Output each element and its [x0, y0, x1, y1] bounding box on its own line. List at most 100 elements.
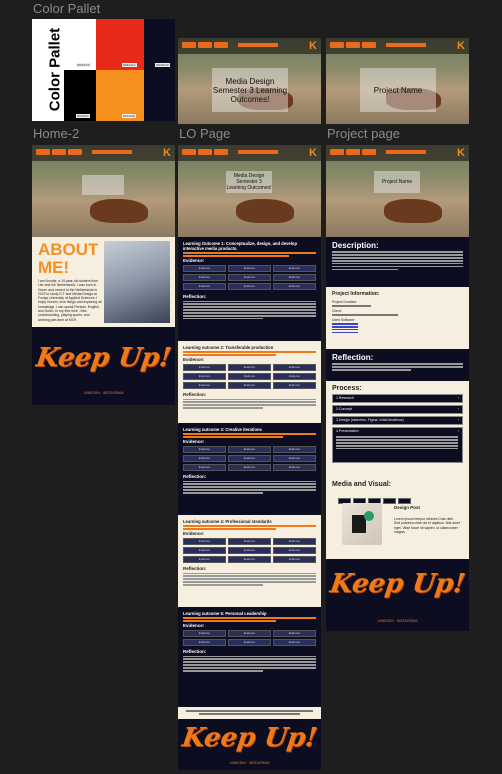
lo-page-frame[interactable]: K Media Design Semester 3 Learning Outco… [178, 145, 321, 770]
evidence-cell[interactable]: Evidence [228, 274, 271, 282]
nav-tab[interactable] [214, 42, 228, 48]
evidence-cell[interactable]: Evidence [273, 639, 316, 647]
evidence-cell[interactable]: Evidence [228, 455, 271, 463]
nav-tab[interactable] [36, 149, 50, 155]
nav-tab[interactable] [68, 149, 82, 155]
evidence-cell[interactable]: Evidence [183, 455, 226, 463]
evidence-cell[interactable]: Evidence [273, 373, 316, 381]
evidence-cell[interactable]: Evidence [273, 446, 316, 454]
design-post-image[interactable] [342, 503, 382, 545]
evidence-cell[interactable]: Evidence [183, 373, 226, 381]
evidence-cell[interactable]: Evidence [228, 373, 271, 381]
swatch-code-navy: #0D0D22 [155, 63, 170, 67]
process-section: Process: 1.Research › 2.Concept › 3.Design… [326, 381, 469, 479]
nav-bar [386, 43, 426, 47]
nav-tab[interactable] [182, 149, 196, 155]
evidence-cell[interactable]: Evidence [228, 364, 271, 372]
nav-tab[interactable] [198, 149, 212, 155]
project-page-frame[interactable]: K Project Name Description: Project Info… [326, 145, 469, 631]
footer-links[interactable]: LINKEDIN · INSTAGRAM [178, 761, 321, 765]
evidence-cell[interactable]: Evidence [183, 446, 226, 454]
evidence-cell[interactable]: Evidence [273, 382, 316, 390]
evidence-cell[interactable]: Evidence [228, 639, 271, 647]
evidence-cell[interactable]: Evidence [273, 556, 316, 564]
evidence-cell[interactable]: Evidence [273, 364, 316, 372]
evidence-cell[interactable]: Evidence [228, 446, 271, 454]
evidence-cell[interactable]: Evidence [183, 547, 226, 555]
k-logo-icon[interactable]: K [309, 40, 317, 52]
evidence-cell[interactable]: Evidence [183, 364, 226, 372]
nav-tab[interactable] [330, 149, 344, 155]
home-frame[interactable]: K ABOUT ME! I am Noortje, a 19-year-old … [32, 145, 175, 405]
nav-tab[interactable] [198, 42, 212, 48]
frame-label-lo-page[interactable]: LO Page [179, 126, 230, 141]
reflection-text [183, 655, 316, 672]
evidence-cell[interactable]: Evidence [273, 455, 316, 463]
about-section: ABOUT ME! I am Noortje, a 19-year-old st… [32, 237, 175, 327]
evidence-cell[interactable]: Evidence [183, 630, 226, 638]
evidence-cell[interactable]: Evidence [183, 382, 226, 390]
evidence-cell[interactable]: Evidence [273, 265, 316, 273]
filter-chip[interactable] [383, 498, 396, 504]
process-step-2[interactable]: 2.Concept › [332, 405, 463, 414]
evidence-cell[interactable]: Evidence [228, 556, 271, 564]
evidence-cell[interactable]: Evidence [228, 283, 271, 291]
evidence-cell[interactable]: Evidence [183, 265, 226, 273]
evidence-cell[interactable]: Evidence [228, 464, 271, 472]
swatch-orange [96, 70, 144, 121]
k-logo-icon[interactable]: K [163, 147, 171, 159]
lo-hero-caption: Media Design Semester 3 Learning Outcome… [212, 68, 288, 112]
reflection-label: Reflection: [183, 294, 207, 300]
nav-tab[interactable] [330, 42, 344, 48]
k-logo-icon[interactable]: K [309, 147, 317, 159]
nav-tab[interactable] [52, 149, 66, 155]
nav-tab[interactable] [346, 42, 360, 48]
lo-footer: Keep Up! LINKEDIN · INSTAGRAM [178, 719, 321, 770]
evidence-cell[interactable]: Evidence [273, 464, 316, 472]
reflection-label: Reflection: [183, 392, 207, 398]
footer-links[interactable]: LINKEDIN · INSTAGRAM [326, 619, 469, 623]
info-client: Client: [332, 308, 342, 313]
media-section: Media and Visual: Design Post Lorem ipsu… [326, 479, 469, 559]
nav-tab[interactable] [362, 42, 376, 48]
evidence-cell[interactable]: Evidence [228, 382, 271, 390]
description-section: Description: [326, 237, 469, 287]
k-logo-icon[interactable]: K [457, 147, 465, 159]
info-software: Used Software: [332, 317, 356, 322]
evidence-cell[interactable]: Evidence [273, 274, 316, 282]
evidence-cell[interactable]: Evidence [183, 556, 226, 564]
color-pallet-frame[interactable]: Color Pallet #FFFFFF #E82A1A #0D0D22 #00… [32, 19, 175, 121]
evidence-cell[interactable]: Evidence [183, 639, 226, 647]
filter-chip[interactable] [398, 498, 411, 504]
evidence-cell[interactable]: Evidence [228, 265, 271, 273]
outcome-text [183, 525, 316, 530]
evidence-cell[interactable]: Evidence [183, 274, 226, 282]
footer-links[interactable]: LINKEDIN · INSTAGRAM [32, 391, 175, 395]
frame-label-home[interactable]: Home-2 [33, 126, 79, 141]
frame-label-color-pallet[interactable]: Color Pallet [33, 1, 100, 16]
nav-tab[interactable] [182, 42, 196, 48]
evidence-cell[interactable]: Evidence [228, 547, 271, 555]
evidence-cell[interactable]: Evidence [228, 630, 271, 638]
evidence-cell[interactable]: Evidence [183, 283, 226, 291]
nav-tab[interactable] [362, 149, 376, 155]
evidence-cell[interactable]: Evidence [273, 538, 316, 546]
keep-up-logo: Keep Up! [180, 723, 319, 753]
nav-tab[interactable] [214, 149, 228, 155]
lo-page-cover-frame[interactable]: K Media Design Semester 3 Learning Outco… [178, 38, 321, 124]
outcome-text [183, 433, 316, 438]
evidence-cell[interactable]: Evidence [273, 547, 316, 555]
evidence-row: Evidence Evidence Evidence [183, 283, 316, 291]
evidence-cell[interactable]: Evidence [273, 630, 316, 638]
evidence-cell[interactable]: Evidence [183, 538, 226, 546]
process-step-1[interactable]: 1.Research › [332, 394, 463, 403]
project-page-cover-frame[interactable]: K Project Name [326, 38, 469, 124]
process-step-3[interactable]: 3.Design (sketches, Figma, initial itera… [332, 416, 463, 425]
k-logo-icon[interactable]: K [457, 40, 465, 52]
nav-tab[interactable] [346, 149, 360, 155]
process-step-4[interactable]: 4.Presentation › [332, 427, 463, 463]
frame-label-project-page[interactable]: Project page [327, 126, 400, 141]
evidence-cell[interactable]: Evidence [273, 283, 316, 291]
evidence-cell[interactable]: Evidence [183, 464, 226, 472]
evidence-cell[interactable]: Evidence [228, 538, 271, 546]
